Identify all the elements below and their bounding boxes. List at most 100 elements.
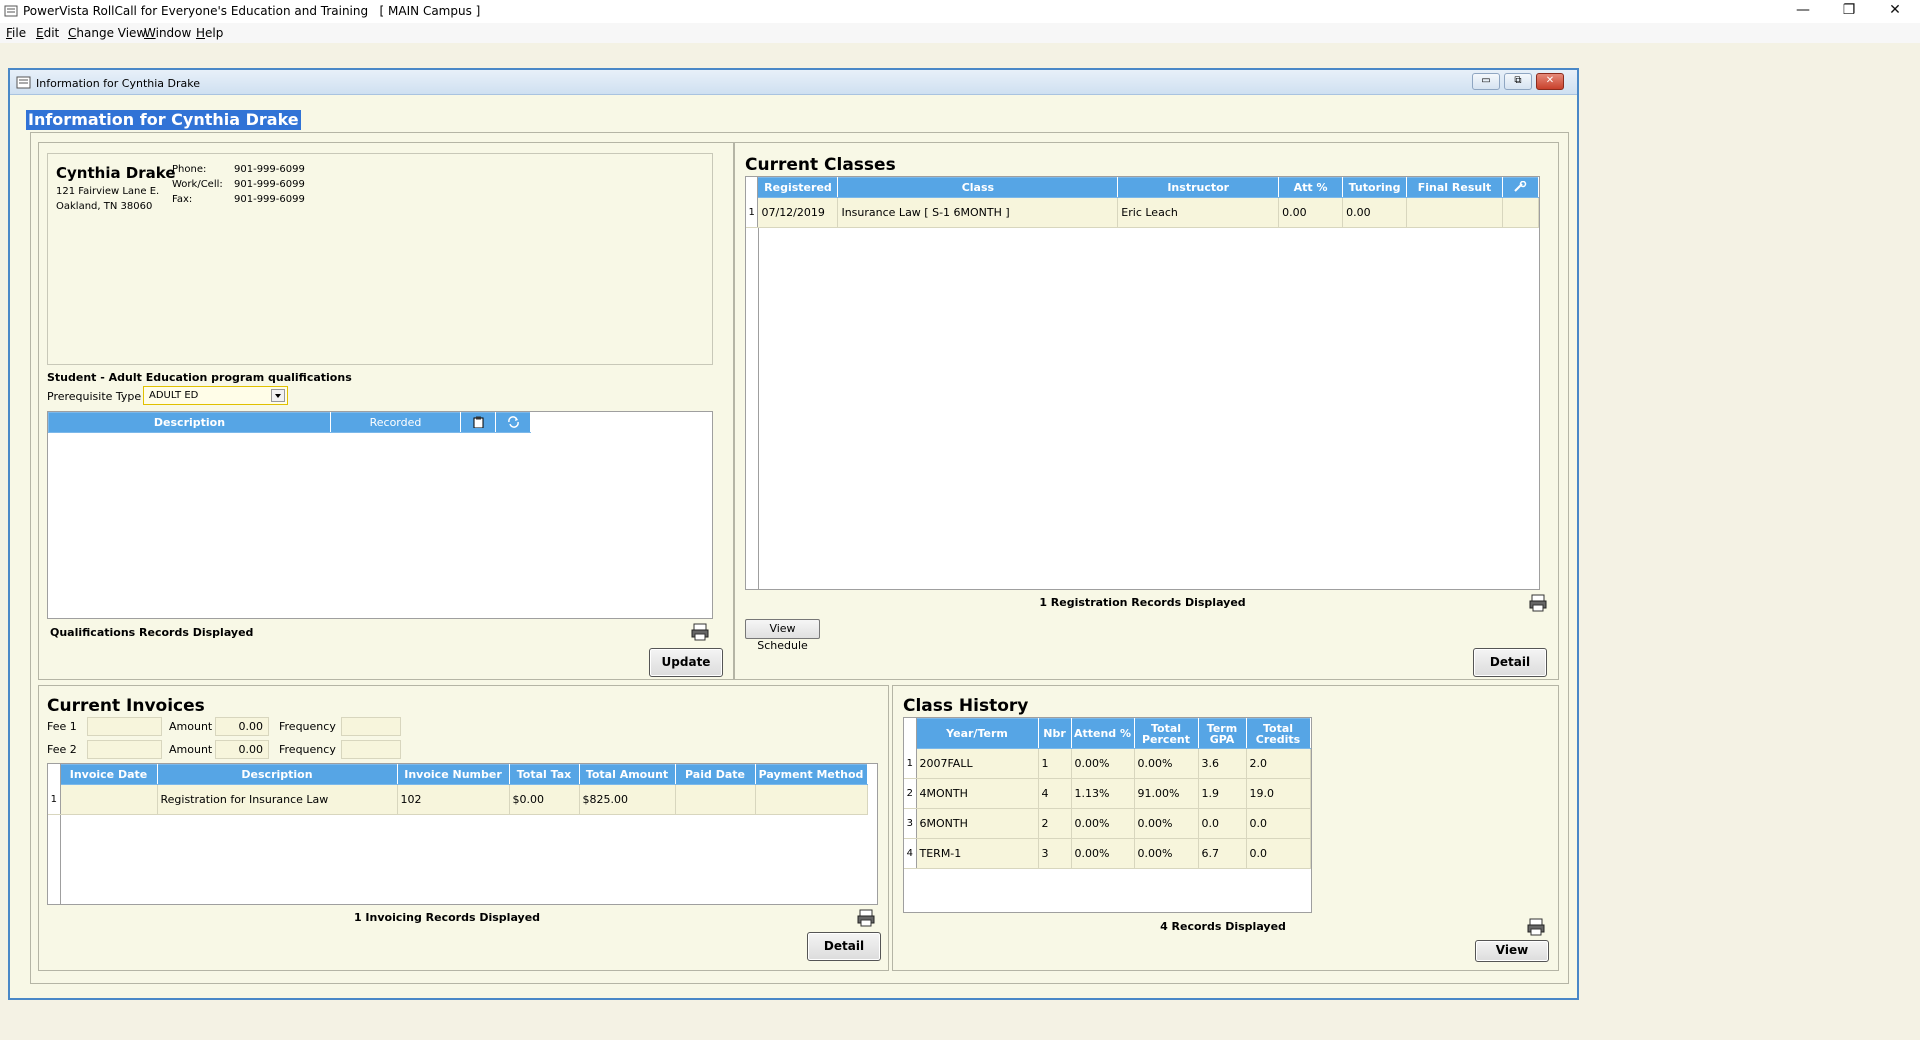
- refresh-icon[interactable]: [507, 415, 520, 428]
- settings-col[interactable]: [1501, 177, 1539, 198]
- fee1-amount[interactable]: 0.00: [215, 717, 269, 736]
- table-row[interactable]: 1 2007FALL 1 0.00% 0.00% 3.6 2.0: [904, 748, 1311, 779]
- clipboard-icon[interactable]: [473, 416, 484, 428]
- update-button[interactable]: Update: [649, 648, 723, 677]
- cell-nbr: 1: [1038, 748, 1072, 779]
- cell-registered: 07/12/2019: [757, 197, 839, 228]
- fee2-frequency-label: Frequency: [279, 743, 336, 756]
- cell-label: Work/Cell:: [172, 179, 223, 190]
- table-row[interactable]: 1 Registration for Insurance Law 102 $0.…: [48, 784, 868, 815]
- window-icon: [16, 76, 31, 89]
- fee2-field[interactable]: [87, 740, 162, 759]
- cell-term-gpa: 6.7: [1198, 838, 1247, 869]
- table-row[interactable]: 3 6MONTH 2 0.00% 0.00% 0.0 0.0: [904, 808, 1311, 839]
- col-total-credits[interactable]: Total Credits: [1245, 718, 1311, 749]
- current-invoices-title: Current Invoices: [47, 696, 205, 716]
- class-history-status: 4 Records Displayed: [1160, 920, 1286, 933]
- prereq-type-value: ADULT ED: [149, 390, 199, 401]
- cell-nbr: 3: [1038, 838, 1072, 869]
- col-description[interactable]: Description: [48, 412, 331, 433]
- table-row[interactable]: 4 TERM-1 3 0.00% 0.00% 6.7 0.0: [904, 838, 1311, 869]
- col-description[interactable]: Description: [156, 764, 398, 785]
- cell-instructor: Eric Leach: [1117, 197, 1280, 228]
- print-icon[interactable]: [691, 623, 709, 641]
- refresh-col[interactable]: [495, 412, 531, 433]
- menu-change-view[interactable]: Change View: [68, 26, 146, 40]
- class-history-view-button[interactable]: View: [1475, 940, 1549, 962]
- clipboard-col[interactable]: [460, 412, 496, 433]
- app-title: PowerVista RollCall for Everyone's Educa…: [23, 4, 481, 18]
- col-paid-date[interactable]: Paid Date: [674, 764, 756, 785]
- qualifications-grid: Description Recorded: [47, 411, 713, 619]
- print-icon[interactable]: [1529, 594, 1547, 612]
- row-number: 1: [746, 197, 759, 228]
- print-icon[interactable]: [1527, 918, 1545, 936]
- fee1-frequency-label: Frequency: [279, 720, 336, 733]
- col-final-result[interactable]: Final Result: [1406, 177, 1503, 198]
- cell-term-gpa: 3.6: [1198, 748, 1247, 779]
- cell-nbr: 2: [1038, 808, 1072, 839]
- menu-window[interactable]: Window: [144, 26, 191, 40]
- col-instructor[interactable]: Instructor: [1117, 177, 1280, 198]
- invoices-grid: Invoice Date Description Invoice Number …: [47, 763, 878, 905]
- cell-empty: [1502, 197, 1539, 228]
- current-classes-panel: Current Classes Registered Class Instruc…: [734, 142, 1559, 680]
- prereq-type-select[interactable]: ADULT ED: [143, 386, 288, 405]
- class-history-panel: Class History Year/Term Nbr Attend % Tot…: [892, 685, 1559, 971]
- window-restore-button[interactable]: ⧉: [1504, 73, 1532, 90]
- view-schedule-button[interactable]: View Schedule: [745, 619, 820, 652]
- classes-detail-button[interactable]: Detail: [1473, 648, 1547, 677]
- address-line-1: 121 Fairview Lane E.: [56, 186, 160, 197]
- row-number: 4: [904, 838, 917, 869]
- contact-card: Cynthia Drake 121 Fairview Lane E. Oakla…: [47, 153, 713, 365]
- restore-button[interactable]: ❐: [1826, 0, 1872, 22]
- cell-total-percent: 0.00%: [1134, 838, 1199, 869]
- col-invoice-number[interactable]: Invoice Number: [396, 764, 510, 785]
- table-row[interactable]: 1 07/12/2019 Insurance Law [ S-1 6MONTH …: [746, 197, 1539, 228]
- col-term-gpa[interactable]: Term GPA: [1197, 718, 1247, 749]
- cell-term-gpa: 0.0: [1198, 808, 1247, 839]
- col-invoice-date[interactable]: Invoice Date: [59, 764, 158, 785]
- row-number: 2: [904, 778, 917, 809]
- menu-help[interactable]: Help: [196, 26, 223, 40]
- menu-edit[interactable]: Edit: [36, 26, 59, 40]
- fee1-field[interactable]: [87, 717, 162, 736]
- col-total-tax[interactable]: Total Tax: [508, 764, 580, 785]
- cell-total-percent: 91.00%: [1134, 778, 1199, 809]
- invoices-detail-button[interactable]: Detail: [807, 932, 881, 961]
- fee1-label: Fee 1: [47, 720, 77, 733]
- fee2-amount-label: Amount: [169, 743, 213, 756]
- cell-att-pct: 0.00: [1278, 197, 1344, 228]
- col-tutoring[interactable]: Tutoring: [1342, 177, 1408, 198]
- cell-final-result: [1406, 197, 1503, 228]
- col-recorded[interactable]: Recorded: [330, 412, 461, 433]
- dropdown-arrow-icon[interactable]: [271, 389, 285, 402]
- table-row[interactable]: 2 4MONTH 4 1.13% 91.00% 1.9 19.0: [904, 778, 1311, 809]
- fee2-amount[interactable]: 0.00: [215, 740, 269, 759]
- col-total-percent[interactable]: Total Percent: [1133, 718, 1199, 749]
- settings-icon[interactable]: [1513, 180, 1527, 193]
- invoices-status: 1 Invoicing Records Displayed: [353, 911, 541, 924]
- window-minimize-button[interactable]: ▭: [1472, 73, 1500, 90]
- col-nbr[interactable]: Nbr: [1037, 718, 1072, 749]
- col-year-term[interactable]: Year/Term: [915, 718, 1039, 749]
- phone-label: Phone:: [172, 164, 207, 175]
- print-icon[interactable]: [857, 909, 875, 927]
- col-total-amount[interactable]: Total Amount: [578, 764, 676, 785]
- cell-attend-pct: 0.00%: [1071, 838, 1135, 869]
- fax-value: 901-999-6099: [234, 194, 305, 205]
- col-class[interactable]: Class: [837, 177, 1119, 198]
- fee1-frequency[interactable]: [341, 717, 401, 736]
- col-registered[interactable]: Registered: [757, 177, 839, 198]
- row-header-strip: [48, 815, 61, 904]
- cell-paid-date: [675, 784, 756, 815]
- close-button[interactable]: ✕: [1872, 0, 1918, 22]
- cell-year-term: 4MONTH: [916, 778, 1039, 809]
- col-payment-method[interactable]: Payment Method: [754, 764, 868, 785]
- minimize-button[interactable]: —: [1780, 0, 1826, 22]
- fee2-frequency[interactable]: [341, 740, 401, 759]
- col-att-pct[interactable]: Att %: [1278, 177, 1344, 198]
- menu-file[interactable]: File: [6, 26, 26, 40]
- window-close-button[interactable]: ✕: [1536, 73, 1564, 90]
- col-attend-pct[interactable]: Attend %: [1070, 718, 1135, 749]
